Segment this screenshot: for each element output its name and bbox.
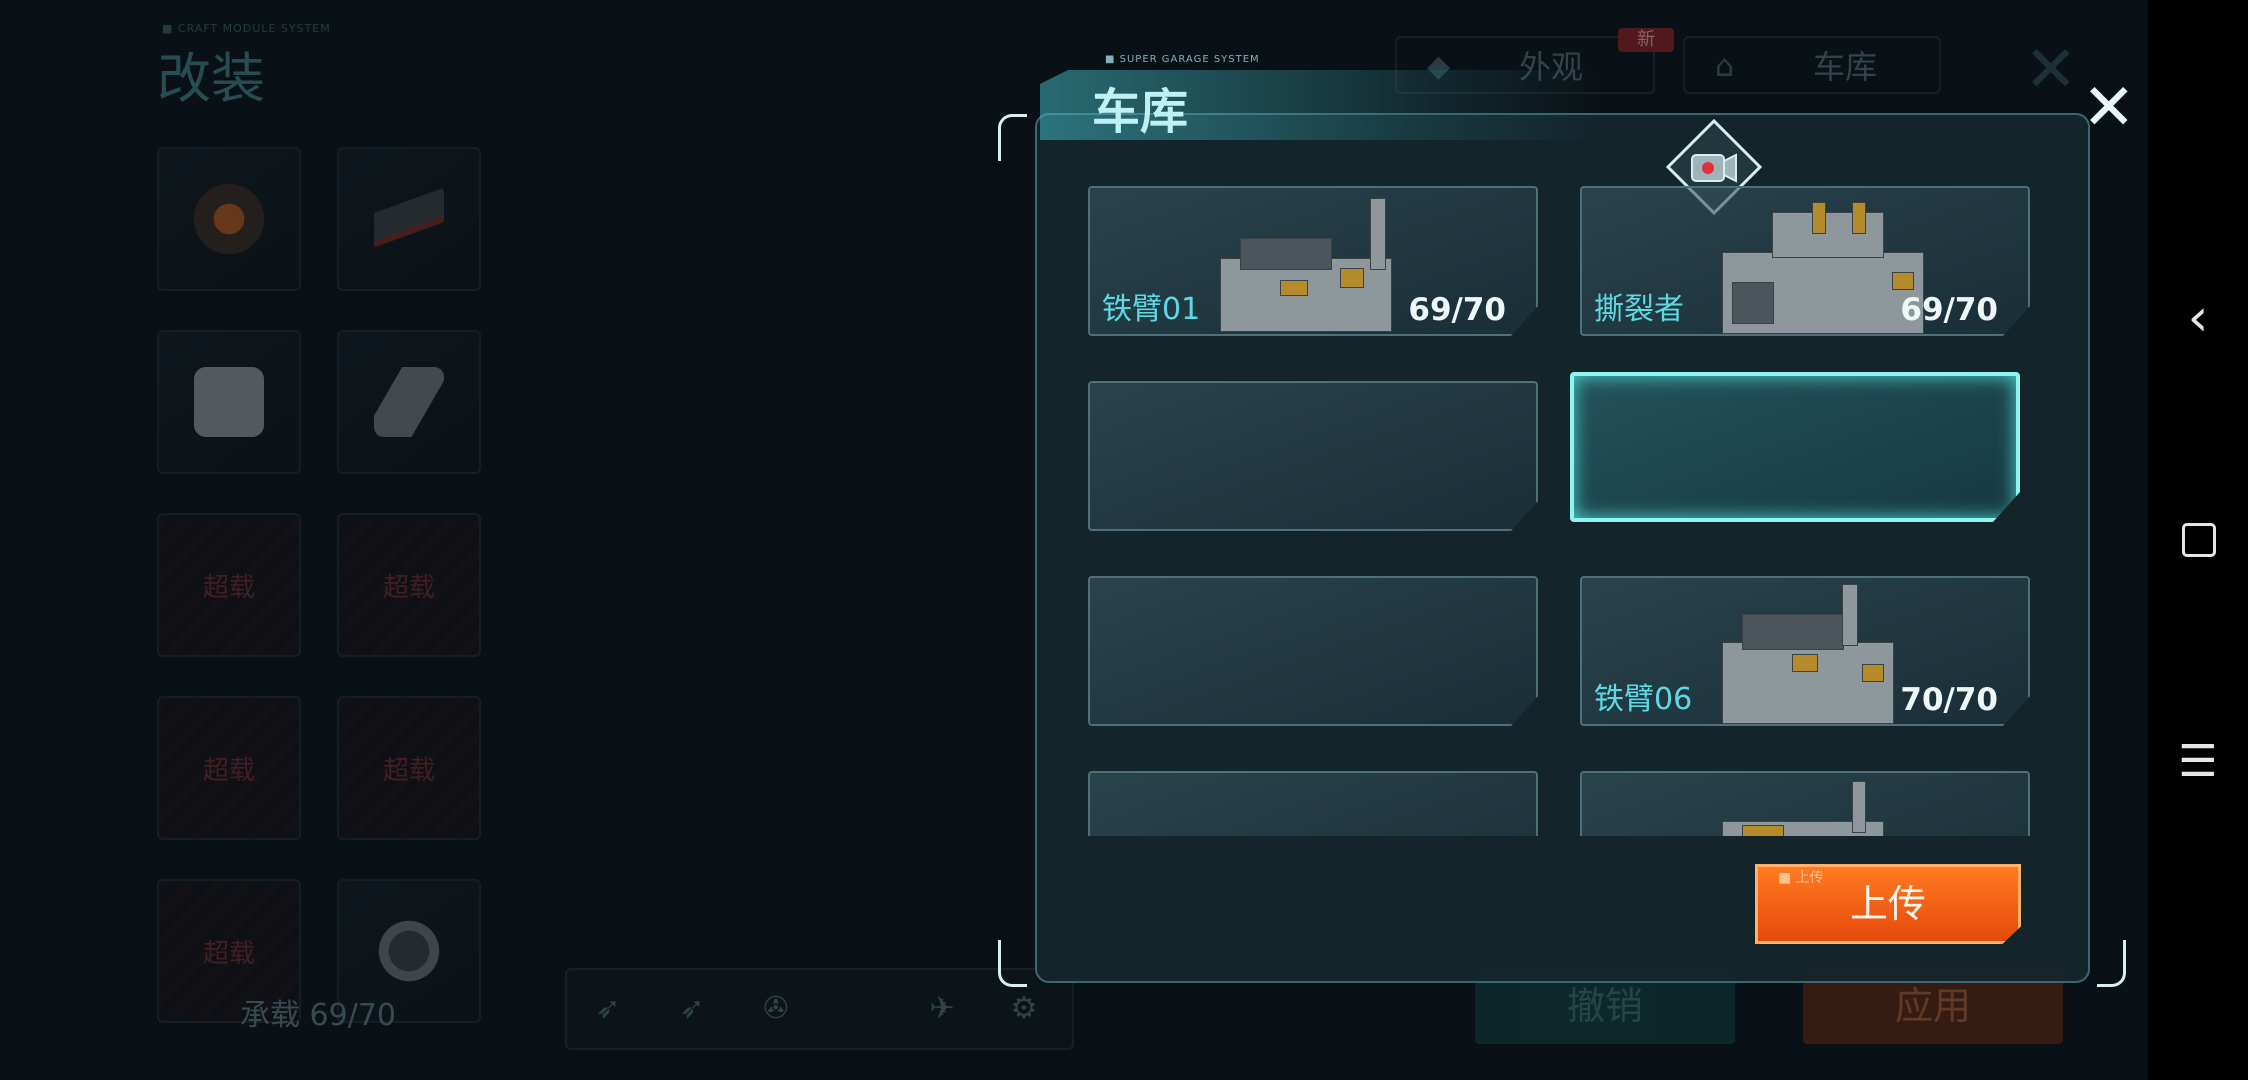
upload-label: 上传 xyxy=(1849,882,1926,926)
cannon-part-icon xyxy=(374,184,444,254)
new-badge: 新 xyxy=(1618,28,1674,52)
slot-overload[interactable]: 超载 xyxy=(157,696,301,840)
garage-caption: ■ SUPER GARAGE SYSTEM xyxy=(1105,54,1260,65)
capacity-readout: 承载 69/70 xyxy=(240,998,396,1033)
system-navigation-bar: ‹ ☰ xyxy=(2148,0,2248,1080)
home-icon[interactable] xyxy=(2148,500,2248,580)
frame-corner xyxy=(998,940,1027,987)
overload-label: 超载 xyxy=(382,755,435,786)
satellite-icon[interactable]: ✈ xyxy=(925,992,959,1026)
missile-icon[interactable]: ➶ xyxy=(591,992,625,1026)
close-icon[interactable]: ✕ xyxy=(2082,76,2136,140)
slot-overload[interactable]: 超载 xyxy=(157,513,301,657)
garage-slot-card[interactable] xyxy=(1088,381,1538,531)
slot-claw[interactable] xyxy=(337,330,481,474)
claw-part-icon xyxy=(374,367,444,437)
overload-label: 超载 xyxy=(382,572,435,603)
slot-engine[interactable] xyxy=(157,147,301,291)
rocket-icon[interactable]: ➶ xyxy=(675,992,709,1026)
card-name: 铁臂06 xyxy=(1594,682,1693,717)
card-name: 撕裂者 xyxy=(1594,292,1684,327)
garage-slot-card-selected[interactable] xyxy=(1570,372,2020,522)
card-load: 69/70 xyxy=(1900,292,1998,328)
garage-slot-card[interactable]: 铁臂01 69/70 xyxy=(1088,186,1538,336)
engine-part-icon xyxy=(194,184,264,254)
slot-armor[interactable] xyxy=(157,330,301,474)
upload-caption: ■ 上传 xyxy=(1778,870,1824,886)
tab-garage[interactable]: ⌂ 车库 xyxy=(1683,36,1941,94)
garage-icon: ⌂ xyxy=(1715,49,1735,84)
garage-slot-card[interactable]: 撕裂者 69/70 xyxy=(1580,186,2030,336)
upload-button[interactable]: ■ 上传 上传 xyxy=(1755,864,2021,944)
back-icon[interactable]: ‹ xyxy=(2148,278,2248,358)
garage-title: 车库 xyxy=(1092,84,1189,140)
armor-cube-icon xyxy=(194,367,264,437)
overload-label: 超载 xyxy=(202,755,255,786)
frame-corner xyxy=(2097,940,2126,987)
frame-corner xyxy=(998,114,1027,161)
card-load: 70/70 xyxy=(1900,682,1998,718)
slot-overload[interactable]: 超载 xyxy=(337,513,481,657)
garage-slot-card[interactable] xyxy=(1088,771,1538,836)
card-name: 铁臂01 xyxy=(1102,292,1201,327)
modify-title: 改装 xyxy=(157,47,265,110)
wheel-part-icon xyxy=(374,916,444,986)
close-icon[interactable]: ✕ xyxy=(2024,38,2078,102)
garage-slot-card[interactable] xyxy=(1088,576,1538,726)
card-load: 69/70 xyxy=(1408,292,1506,328)
menu-icon[interactable]: ☰ xyxy=(2148,722,2248,802)
gear-icon[interactable]: ⚙ xyxy=(1007,992,1041,1026)
garage-slot-card[interactable] xyxy=(1580,771,2030,836)
slot-cannon[interactable] xyxy=(337,147,481,291)
garage-grid: 铁臂01 69/70 撕裂者 69/70 铁臂06 70/70 xyxy=(1088,186,2031,836)
weapon-toolbar: ➶ ➶ ✇ ✈ ⚙ xyxy=(565,968,1074,1050)
slot-overload[interactable]: 超载 xyxy=(337,696,481,840)
overload-label: 超载 xyxy=(202,572,255,603)
drone-icon[interactable]: ✇ xyxy=(759,992,793,1026)
overload-label: 超载 xyxy=(202,938,255,969)
garage-slot-card[interactable]: 铁臂06 70/70 xyxy=(1580,576,2030,726)
